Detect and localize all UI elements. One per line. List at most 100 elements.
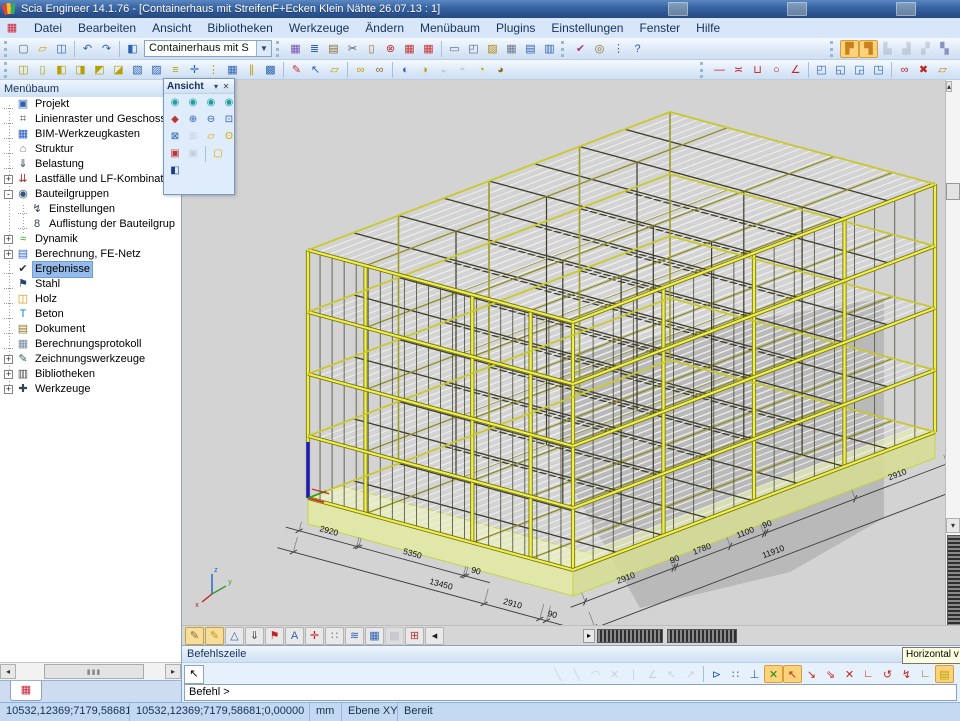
tree-item-drawing-tools[interactable]: +✎Zeichnungswerkzeuge: [0, 352, 181, 367]
table-input-icon[interactable]: ▦: [400, 40, 419, 58]
snap-line-point-icon[interactable]: ╲: [567, 665, 586, 683]
document-icon[interactable]: ▤: [521, 40, 540, 58]
open-project-icon[interactable]: ▱: [33, 40, 52, 58]
show-mesh-icon[interactable]: ▩: [385, 627, 404, 645]
print-preview-icon[interactable]: ◰: [464, 40, 483, 58]
snap-cross-icon[interactable]: ✕: [605, 665, 624, 683]
paste-icon[interactable]: ▯: [362, 40, 381, 58]
show-fe-grid-icon[interactable]: ⊞: [405, 627, 424, 645]
collapse-icon[interactable]: -: [4, 190, 13, 199]
zoom-out-icon[interactable]: ⊖: [202, 111, 220, 128]
tree-item-tools[interactable]: +✚Werkzeuge: [0, 382, 181, 397]
zoom-window-icon[interactable]: ⊡: [220, 111, 238, 128]
save-project-icon[interactable]: ◫: [52, 40, 71, 58]
catalogs-icon[interactable]: ▤: [324, 40, 343, 58]
scroll-right-icon[interactable]: ▸: [165, 664, 181, 679]
menu-ansicht[interactable]: Ansicht: [144, 19, 199, 37]
draw-dimension-icon[interactable]: ≍: [729, 61, 748, 79]
show-dot-grid-icon[interactable]: ∷: [325, 627, 344, 645]
viewport-vertical-scrollbar[interactable]: ▴ ▾: [945, 80, 960, 625]
tree-item-load-cases[interactable]: +⇊Lastfälle und LF-Kombinati: [0, 172, 181, 187]
tree-item-document[interactable]: ▤Dokument: [0, 322, 181, 337]
check-structure-icon[interactable]: ✔: [571, 40, 590, 58]
menu-bibliotheken[interactable]: Bibliotheken: [199, 19, 280, 37]
undo-icon[interactable]: ↶: [78, 40, 97, 58]
display-rendering-icon[interactable]: ▩: [261, 61, 280, 79]
project-manager-icon[interactable]: ◧: [123, 40, 142, 58]
expand-icon[interactable]: +: [4, 175, 13, 184]
snap-midpoint-icon[interactable]: ✕: [764, 665, 783, 683]
close-service-icon[interactable]: ⊗: [381, 40, 400, 58]
picture-gallery-icon[interactable]: ▨: [483, 40, 502, 58]
visibility-bulb-icon[interactable]: ʘ: [220, 128, 238, 145]
toolbar-grip[interactable]: [276, 41, 282, 57]
tree-item-project[interactable]: ▣Projekt: [0, 97, 181, 112]
tree-item-load[interactable]: ⇓Belastung: [0, 157, 181, 172]
tile-vertical-icon[interactable]: ▞: [916, 40, 935, 58]
display-columns-icon[interactable]: ▯: [33, 61, 52, 79]
view-to-gallery-icon[interactable]: ◱: [831, 61, 850, 79]
snap-orthogonal-icon[interactable]: ∟: [859, 665, 878, 683]
zoom-in-icon[interactable]: ⊕: [184, 111, 202, 128]
clipping-box-icon[interactable]: ◔: [472, 61, 491, 79]
collapse-toolbar-icon[interactable]: ◂: [425, 627, 444, 645]
snap-cursor-icon[interactable]: ⊳: [707, 665, 726, 683]
tree-item-results[interactable]: ✔Ergebnisse: [0, 262, 181, 277]
status-units[interactable]: mm: [310, 703, 342, 721]
scrollbar-thumb[interactable]: ▮▮▮: [44, 664, 144, 679]
snap-arc-center-icon[interactable]: ↯: [897, 665, 916, 683]
member-list-icon[interactable]: ⋮: [609, 40, 628, 58]
tree-item-dynamics[interactable]: +≈Dynamik: [0, 232, 181, 247]
tile-windows-icon[interactable]: ▜: [859, 40, 878, 58]
activity-glasses-inverse-icon[interactable]: ∞: [370, 61, 389, 79]
unit-manager-icon[interactable]: ▦: [286, 40, 305, 58]
toolbar-grip[interactable]: [4, 41, 10, 57]
command-input[interactable]: Befehl >: [184, 684, 957, 701]
expand-icon[interactable]: +: [4, 370, 13, 379]
display-beams-icon[interactable]: ◫: [14, 61, 33, 79]
display-loads-icon[interactable]: ▧: [128, 61, 147, 79]
display-model-data-icon[interactable]: ▦: [223, 61, 242, 79]
export-view-icon[interactable]: ▱: [933, 61, 952, 79]
tile-horizontal-icon[interactable]: ▟: [897, 40, 916, 58]
tree-item-line-grid[interactable]: ⌗Linienraster und Geschosse: [0, 112, 181, 127]
activity-glasses-icon[interactable]: ∞: [351, 61, 370, 79]
close-icon[interactable]: ✕: [221, 82, 231, 91]
draw-angle-icon[interactable]: ∠: [786, 61, 805, 79]
display-masses-icon[interactable]: ▨: [147, 61, 166, 79]
snap-angle-icon[interactable]: ∠: [643, 665, 662, 683]
collapse-icon[interactable]: ▾: [211, 82, 221, 91]
combobox-dropdown-icon[interactable]: ▼: [256, 41, 271, 56]
structure-tab[interactable]: ▦: [10, 681, 42, 701]
draw-level-icon[interactable]: ⊔: [748, 61, 767, 79]
scrollbar-thumb[interactable]: [946, 183, 960, 200]
stored-views-icon[interactable]: ▱: [202, 128, 220, 145]
find-icon[interactable]: ◎: [590, 40, 609, 58]
snap-direction-icon[interactable]: ↖: [662, 665, 681, 683]
report-icon[interactable]: ▥: [540, 40, 559, 58]
snap-endpoint-icon[interactable]: ↖: [783, 665, 802, 683]
expand-icon[interactable]: +: [4, 235, 13, 244]
tree-item-settings[interactable]: ↯Einstellungen: [0, 202, 181, 217]
view-axonometric-icon[interactable]: ◉: [220, 94, 238, 111]
view-wizard-icon[interactable]: ◲: [850, 61, 869, 79]
menu--ndern[interactable]: Ändern: [357, 19, 412, 37]
draw-circle-icon[interactable]: ○: [767, 61, 786, 79]
menu-plugins[interactable]: Plugins: [488, 19, 543, 37]
expand-icon[interactable]: +: [4, 385, 13, 394]
expand-icon[interactable]: +: [4, 355, 13, 364]
activity-all-icon[interactable]: ◓: [453, 61, 472, 79]
toolbar-grip[interactable]: [4, 62, 10, 78]
show-line-grid-icon[interactable]: ≋: [345, 627, 364, 645]
activity-by-selection-icon[interactable]: ◐: [396, 61, 415, 79]
menu-hilfe[interactable]: Hilfe: [688, 19, 728, 37]
menu-men-baum[interactable]: Menübaum: [412, 19, 488, 37]
menu-bearbeiten[interactable]: Bearbeiten: [70, 19, 144, 37]
select-cursor-icon[interactable]: ↖: [306, 61, 325, 79]
snap-length-icon[interactable]: ∟: [916, 665, 935, 683]
cut-structure-icon[interactable]: ✂: [343, 40, 362, 58]
view-panel-header[interactable]: Ansicht ▾ ✕: [164, 79, 234, 94]
render-solid-icon[interactable]: ✎: [205, 627, 224, 645]
calculator-icon[interactable]: ▦: [502, 40, 521, 58]
horizontal-rotation-slider[interactable]: [597, 629, 663, 643]
